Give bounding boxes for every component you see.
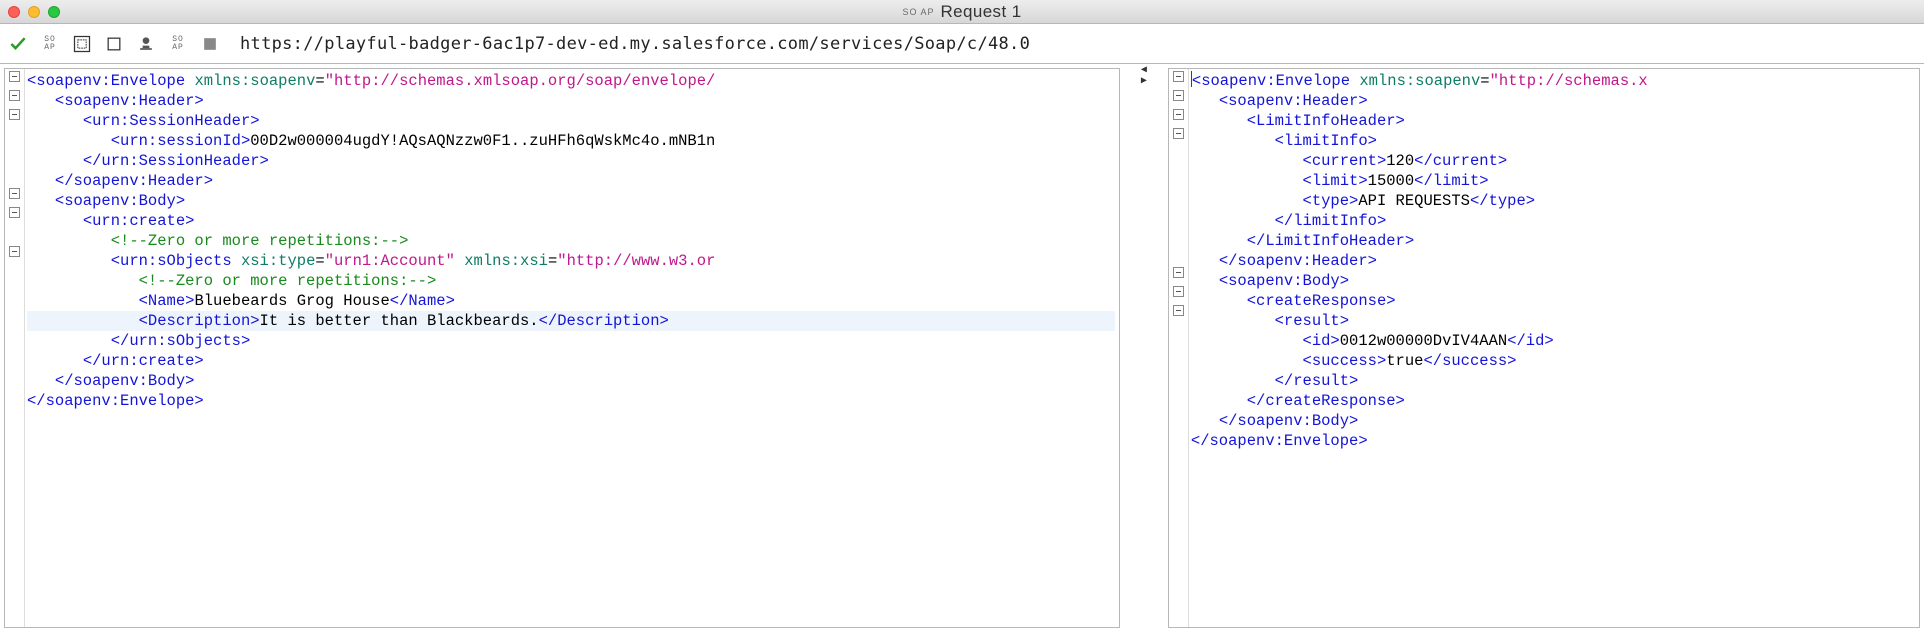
fold-toggle[interactable] (9, 246, 20, 257)
response-fold-gutter[interactable] (1169, 69, 1189, 627)
request-pane: <soapenv:Envelope xmlns:soapenv="http://… (4, 68, 1120, 628)
auth-stamp-button[interactable] (132, 30, 160, 58)
square-icon[interactable] (196, 30, 224, 58)
fold-toggle[interactable] (9, 90, 20, 101)
fold-toggle[interactable] (9, 109, 20, 120)
response-pane: <soapenv:Envelope xmlns:soapenv="http://… (1168, 68, 1920, 628)
arrow-right-icon: ▶ (1141, 77, 1147, 86)
request-xml-editor[interactable]: <soapenv:Envelope xmlns:soapenv="http://… (25, 69, 1119, 627)
fold-toggle[interactable] (1173, 109, 1184, 120)
soap-icon[interactable]: SOAP (36, 30, 64, 58)
fold-toggle[interactable] (9, 188, 20, 199)
minimize-window-button[interactable] (28, 6, 40, 18)
arrow-left-icon: ◀ (1141, 66, 1147, 75)
traffic-lights (8, 6, 60, 18)
fold-toggle[interactable] (1173, 128, 1184, 139)
screenshot-tool-button[interactable] (68, 30, 96, 58)
fold-toggle[interactable] (1173, 267, 1184, 278)
stop-button[interactable] (100, 30, 128, 58)
fold-toggle[interactable] (9, 71, 20, 82)
fold-toggle[interactable] (1173, 90, 1184, 101)
app-icon: SO AP (902, 8, 934, 16)
zoom-window-button[interactable] (48, 6, 60, 18)
close-window-button[interactable] (8, 6, 20, 18)
fold-toggle[interactable] (1173, 71, 1184, 82)
main-split: <soapenv:Envelope xmlns:soapenv="http://… (0, 64, 1924, 632)
request-fold-gutter[interactable] (5, 69, 25, 627)
send-request-button[interactable] (4, 30, 32, 58)
window-title: Request 1 (940, 2, 1021, 22)
fold-toggle[interactable] (9, 207, 20, 218)
window-titlebar: SO AP Request 1 (0, 0, 1924, 24)
toolbar: SOAP SOAP (0, 24, 1924, 64)
response-xml-viewer[interactable]: <soapenv:Envelope xmlns:soapenv="http://… (1189, 69, 1919, 627)
fold-toggle[interactable] (1173, 305, 1184, 316)
soap-icon-secondary[interactable]: SOAP (164, 30, 192, 58)
fold-toggle[interactable] (1173, 286, 1184, 297)
split-handle[interactable]: ◀ ▶ (1124, 64, 1164, 632)
endpoint-url-input[interactable] (234, 31, 1920, 57)
